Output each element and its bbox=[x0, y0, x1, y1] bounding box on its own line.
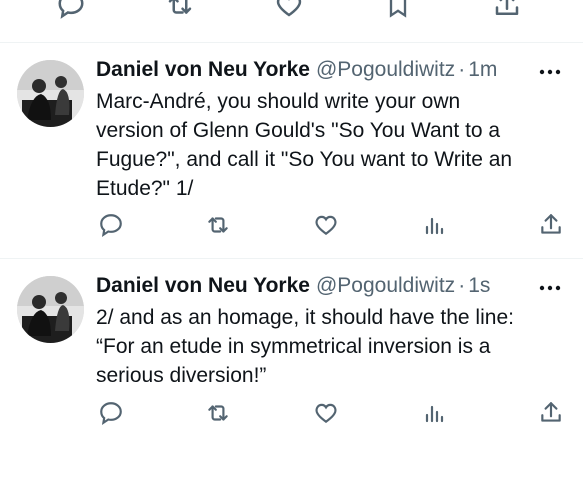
reply-icon[interactable] bbox=[96, 398, 126, 428]
like-icon[interactable] bbox=[272, 0, 306, 22]
tweet[interactable]: Daniel von Neu Yorke @Pogouldiwitz · 1s … bbox=[0, 258, 583, 448]
tweet-line: version of Glenn Gould's "So You Want to… bbox=[96, 119, 501, 142]
separator: · bbox=[458, 274, 466, 297]
avatar[interactable] bbox=[17, 60, 84, 127]
tweet-actions bbox=[0, 398, 583, 428]
more-icon[interactable] bbox=[536, 62, 564, 82]
separator: · bbox=[458, 58, 466, 81]
views-icon[interactable] bbox=[419, 210, 449, 240]
tweet-header: Daniel von Neu Yorke @Pogouldiwitz · 1m bbox=[96, 58, 497, 86]
retweet-icon[interactable] bbox=[203, 210, 233, 240]
reply-icon[interactable] bbox=[54, 0, 88, 22]
author-handle[interactable]: @Pogouldiwitz bbox=[316, 58, 455, 82]
avatar[interactable] bbox=[17, 276, 84, 343]
reply-icon[interactable] bbox=[96, 210, 126, 240]
timeline: Daniel von Neu Yorke @Pogouldiwitz · 1m … bbox=[0, 0, 583, 500]
retweet-icon[interactable] bbox=[203, 398, 233, 428]
timestamp[interactable]: 1s bbox=[468, 274, 490, 298]
author-handle[interactable]: @Pogouldiwitz bbox=[316, 274, 455, 298]
retweet-icon[interactable] bbox=[163, 0, 197, 22]
tweet-line: Marc-André, you should write your own bbox=[96, 90, 461, 113]
like-icon[interactable] bbox=[311, 398, 341, 428]
tweet-line: 2/ and as an homage, it should have the … bbox=[96, 306, 514, 329]
author-name[interactable]: Daniel von Neu Yorke bbox=[96, 58, 310, 82]
tweet-line: serious diversion!” bbox=[96, 364, 267, 387]
tweet-text: 2/ and as an homage, it should have the … bbox=[96, 303, 566, 390]
author-name[interactable]: Daniel von Neu Yorke bbox=[96, 274, 310, 298]
tweet-text: Marc-André, you should write your own ve… bbox=[96, 87, 566, 203]
tweet-actions bbox=[0, 210, 583, 240]
tweet-line: “For an etude in symmetrical inversion i… bbox=[96, 335, 491, 358]
share-icon[interactable] bbox=[536, 210, 566, 240]
tweet-line: Etude?" 1/ bbox=[96, 177, 194, 200]
tweet-header: Daniel von Neu Yorke @Pogouldiwitz · 1s bbox=[96, 274, 490, 302]
tweet-line: Fugue?", and call it "So You want to Wri… bbox=[96, 148, 513, 171]
views-icon[interactable] bbox=[419, 398, 449, 428]
share-icon[interactable] bbox=[490, 0, 524, 22]
share-icon[interactable] bbox=[536, 398, 566, 428]
tweet[interactable]: Daniel von Neu Yorke @Pogouldiwitz · 1m … bbox=[0, 42, 583, 258]
more-icon[interactable] bbox=[536, 278, 564, 298]
timestamp[interactable]: 1m bbox=[468, 58, 497, 82]
bookmark-icon[interactable] bbox=[381, 0, 415, 22]
like-icon[interactable] bbox=[311, 210, 341, 240]
previous-tweet-actions bbox=[0, 0, 583, 28]
